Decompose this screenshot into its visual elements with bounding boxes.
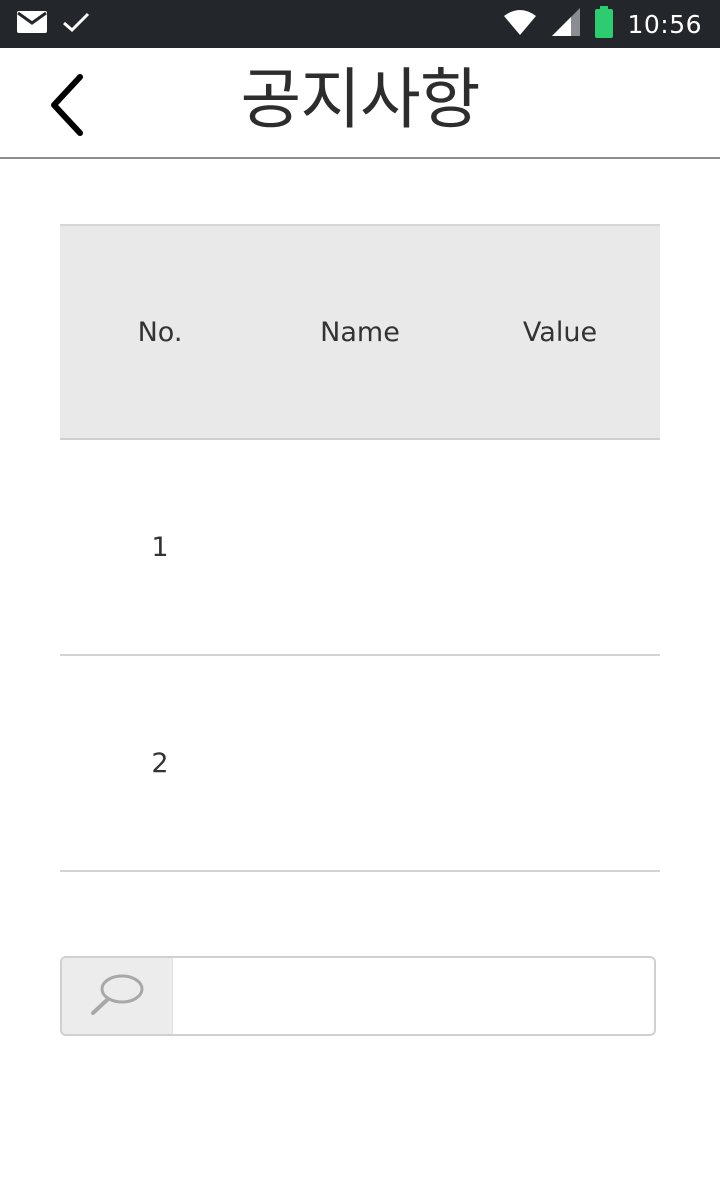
cell-name — [260, 440, 460, 654]
search-icon — [87, 970, 147, 1022]
search-box — [60, 956, 656, 1036]
cell-name — [260, 656, 460, 870]
column-header-name: Name — [320, 316, 400, 348]
cell-value — [460, 440, 660, 654]
signal-icon — [551, 7, 581, 41]
cell-no: 2 — [151, 747, 169, 779]
status-time: 10:56 — [627, 9, 702, 39]
table-row[interactable]: 1 — [60, 440, 660, 656]
check-icon — [62, 11, 90, 37]
table-header-row: No. Name Value — [60, 224, 660, 440]
search-input[interactable] — [173, 958, 654, 1034]
cell-no: 1 — [151, 531, 169, 563]
status-bar-notifications — [16, 8, 90, 40]
page-title: 공지사항 — [240, 61, 481, 138]
status-bar-system: 10:56 — [503, 0, 702, 48]
search-button[interactable] — [62, 958, 173, 1034]
status-bar: 10:56 — [0, 0, 720, 48]
column-header-value: Value — [522, 316, 598, 348]
back-button[interactable] — [36, 72, 96, 142]
cell-value — [460, 656, 660, 870]
battery-icon — [595, 6, 614, 42]
wifi-icon — [503, 8, 537, 40]
chevron-left-icon — [46, 73, 86, 141]
app-header: 공지사항 — [0, 48, 720, 159]
notice-table: No. Name Value 1 2 — [60, 224, 660, 872]
column-header-no: No. — [137, 316, 183, 348]
mail-icon — [16, 10, 48, 38]
table-row[interactable]: 2 — [60, 656, 660, 872]
